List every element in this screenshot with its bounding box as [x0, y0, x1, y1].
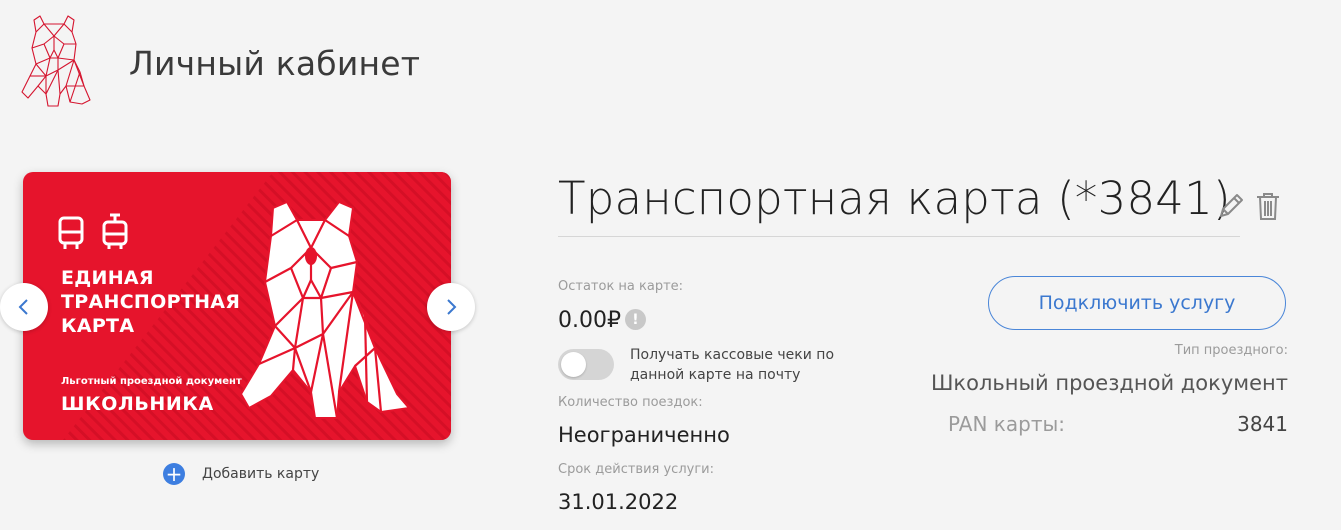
carousel-next-button[interactable] — [427, 283, 475, 331]
pan-value: 3841 — [1237, 412, 1288, 436]
page-title: Личный кабинет — [129, 44, 421, 83]
add-card-button[interactable]: + Добавить карту — [163, 463, 319, 485]
bear-logo — [21, 15, 91, 107]
ticket-type-value: Школьный проездной документ — [930, 371, 1288, 395]
card-title-line: КАРТА — [61, 315, 135, 337]
toggle-knob — [561, 352, 586, 377]
chevron-right-icon — [447, 299, 457, 315]
carousel-prev-button[interactable] — [0, 283, 48, 331]
plus-circle-icon: + — [163, 463, 185, 485]
transport-card-image[interactable]: ЕДИНАЯ ТРАНСПОРТНАЯ КАРТА Льготный проез… — [23, 172, 451, 440]
ticket-type-label: Тип проездного: — [1174, 343, 1288, 358]
trips-value: Неограниченно — [558, 423, 730, 447]
info-icon[interactable]: ! — [625, 309, 646, 330]
bus-tram-icon — [58, 213, 128, 249]
delete-card-button[interactable] — [1255, 191, 1281, 225]
balance-value: 0.00₽ — [558, 308, 621, 333]
pencil-icon — [1220, 194, 1243, 217]
receipts-toggle-label: Получать кассовые чеки по данной карте н… — [630, 347, 835, 383]
chevron-left-icon — [18, 299, 28, 315]
connect-service-button[interactable]: Подключить услугу — [988, 276, 1286, 330]
card-category: ШКОЛЬНИКА — [61, 393, 214, 415]
receipts-toggle[interactable] — [558, 349, 614, 380]
validity-label: Срок действия услуги: — [558, 462, 714, 477]
card-name: Транспортная карта (*3841) — [558, 172, 1231, 225]
add-card-label: Добавить карту — [202, 466, 320, 482]
card-title: ЕДИНАЯ ТРАНСПОРТНАЯ КАРТА — [61, 266, 240, 338]
card-title-line: ТРАНСПОРТНАЯ — [61, 291, 241, 313]
pan-label: PAN карты: — [948, 412, 1065, 436]
card-subtitle: Льготный проездной документ — [61, 376, 242, 387]
bear-illustration — [240, 201, 410, 419]
trash-icon — [1257, 193, 1279, 220]
validity-value: 31.01.2022 — [558, 490, 679, 514]
edit-card-button[interactable] — [1216, 191, 1246, 225]
divider — [558, 236, 1240, 237]
trips-label: Количество поездок: — [558, 395, 703, 410]
balance-label: Остаток на карте: — [558, 279, 684, 294]
card-title-line: ЕДИНАЯ — [61, 267, 154, 289]
